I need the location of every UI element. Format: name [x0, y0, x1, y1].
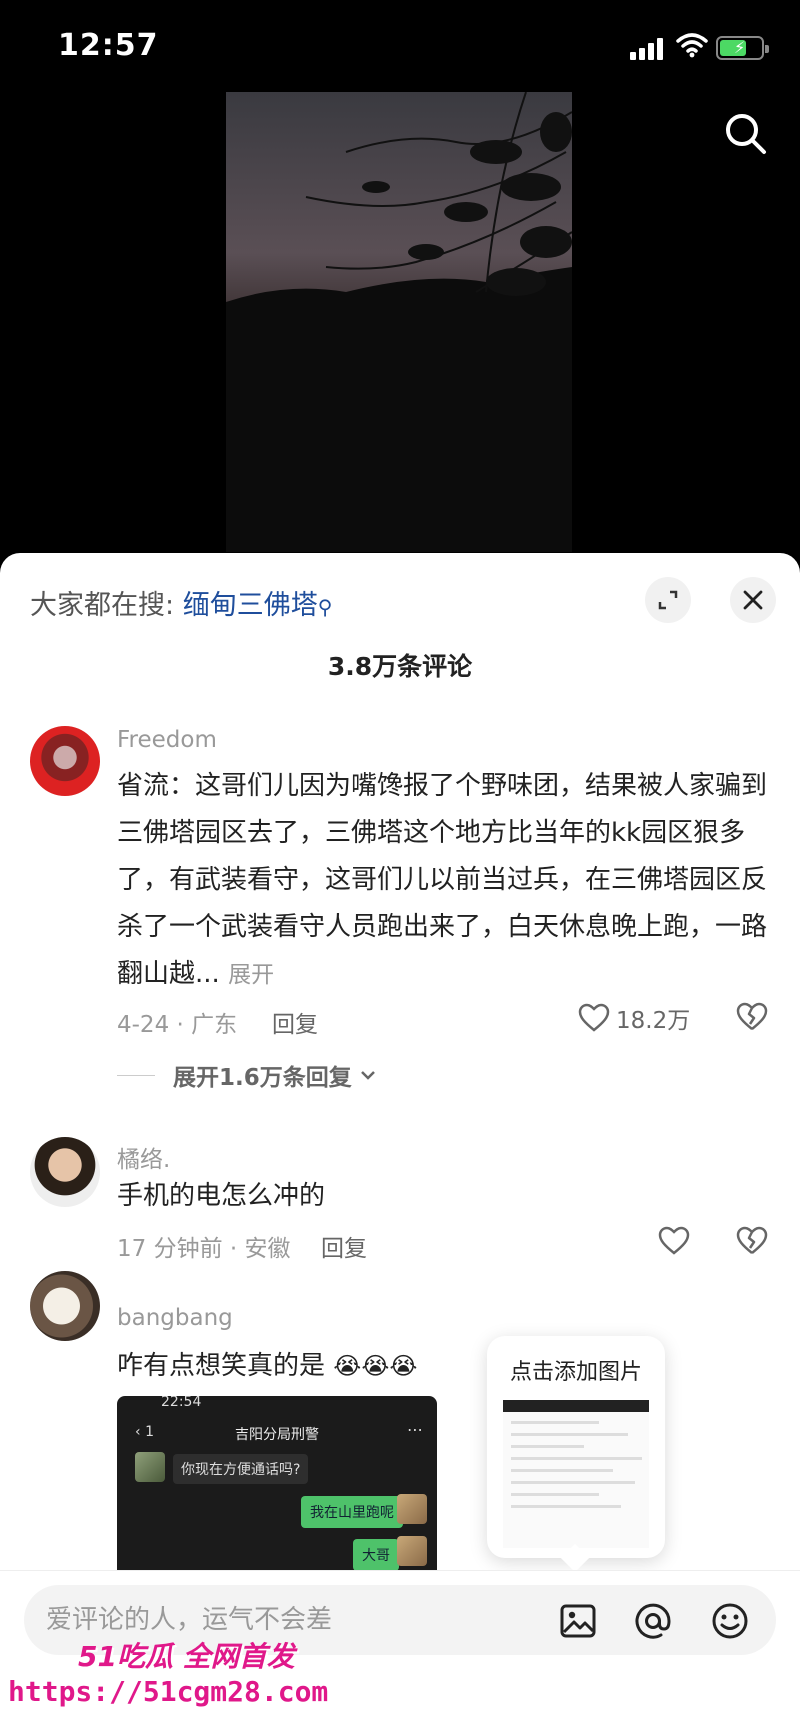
- embed-avatar: [397, 1494, 427, 1524]
- expand-replies-label: 展开1.6万条回复: [173, 1065, 352, 1091]
- comment-meta: 4-24 · 广东: [117, 1012, 238, 1038]
- comment-text: 省流：这哥们儿因为嘴馋报了个野味团，结果被人家骗到三佛塔园区去了，三佛塔这个地方…: [117, 763, 772, 999]
- cellular-signal-icon: [630, 38, 666, 60]
- expand-sheet-button[interactable]: [645, 577, 691, 623]
- search-icon[interactable]: [722, 110, 770, 158]
- comment-author[interactable]: bangbang: [117, 1305, 233, 1331]
- status-time: 12:57: [58, 28, 159, 63]
- video-player[interactable]: [226, 92, 572, 552]
- comment-body: 省流：这哥们儿因为嘴馋报了个野味团，结果被人家骗到三佛塔园区去了，三佛塔这个地方…: [117, 771, 768, 989]
- add-image-popup[interactable]: 点击添加图片: [487, 1336, 665, 1573]
- tree-silhouette-image: [226, 92, 572, 552]
- comment-image[interactable]: 22:54 ‹ 1 吉阳分局刑警 ⋯ 你现在方便通话吗? 我在山里跑呢 大哥: [117, 1396, 437, 1576]
- reply-button[interactable]: 回复: [272, 1005, 318, 1039]
- broken-heart-icon[interactable]: [736, 1226, 768, 1256]
- comment-body: 手机的电怎么冲的: [117, 1181, 326, 1211]
- image-icon[interactable]: [558, 1601, 598, 1641]
- reply-button[interactable]: 回复: [321, 1229, 367, 1263]
- embed-message-outgoing: 我在山里跑呢: [301, 1496, 403, 1528]
- expand-replies-button[interactable]: 展开1.6万条回复: [117, 1058, 376, 1092]
- watermark-url: https://51cgm28.com: [8, 1675, 329, 1708]
- embed-message-outgoing: 大哥: [353, 1539, 399, 1571]
- watermark-title: 51吃瓜 全网首发: [78, 1640, 295, 1673]
- avatar[interactable]: [30, 1137, 100, 1207]
- hot-search-prefix: 大家都在搜:: [30, 590, 175, 621]
- emoji-icon[interactable]: [710, 1601, 750, 1641]
- screenshot-thumbnail[interactable]: [503, 1400, 649, 1548]
- crying-emoji: 😭😭😭: [333, 1352, 418, 1380]
- close-button[interactable]: [730, 577, 776, 623]
- like-button[interactable]: 18.2万: [578, 1001, 690, 1035]
- avatar[interactable]: [30, 1271, 100, 1341]
- embed-status-time: 22:54: [161, 1396, 202, 1410]
- chevron-down-icon: [360, 1071, 375, 1080]
- more-icon: ⋯: [407, 1420, 423, 1439]
- embed-message-incoming: 你现在方便通话吗?: [173, 1454, 309, 1484]
- at-mention-icon[interactable]: [633, 1601, 673, 1641]
- battery-icon: ⚡: [716, 36, 769, 60]
- comment-count: 3.8万条评论: [327, 652, 473, 681]
- heart-icon[interactable]: [658, 1226, 690, 1256]
- watermark: 51吃瓜 全网首发 https://51cgm28.com: [8, 1635, 328, 1725]
- search-small-icon: ⚲: [317, 595, 333, 619]
- status-bar: 12:57 ⚡: [0, 0, 800, 90]
- avatar[interactable]: [30, 726, 100, 796]
- hot-search-bar[interactable]: 大家都在搜: 缅甸三佛塔⚲: [30, 583, 332, 622]
- comment-sheet: 大家都在搜: 缅甸三佛塔⚲ 3.8万条评论 Freedom 省流：这哥们儿因为嘴…: [0, 553, 800, 1731]
- add-image-popup-title: 点击添加图片: [509, 1360, 642, 1385]
- close-icon: [743, 590, 763, 610]
- embed-avatar: [397, 1536, 427, 1566]
- expand-icon: [658, 590, 678, 610]
- comment-meta: 17 分钟前 · 安徽: [117, 1236, 291, 1262]
- expand-text-link[interactable]: 展开: [228, 962, 274, 988]
- hot-search-keyword[interactable]: 缅甸三佛塔: [183, 590, 318, 621]
- comment-text: 咋有点想笑真的是 😭😭😭: [117, 1343, 772, 1390]
- like-count: 18.2万: [616, 1008, 691, 1034]
- embed-chat-title: 吉阳分局刑警: [235, 1427, 319, 1443]
- comment-body: 咋有点想笑真的是: [117, 1351, 326, 1381]
- comment-author[interactable]: Freedom: [117, 727, 217, 753]
- broken-heart-icon[interactable]: [736, 1002, 768, 1032]
- embed-avatar: [135, 1452, 165, 1482]
- wifi-icon: [676, 33, 708, 58]
- comment-author[interactable]: 橘络.: [117, 1140, 170, 1174]
- heart-icon: [578, 1003, 610, 1032]
